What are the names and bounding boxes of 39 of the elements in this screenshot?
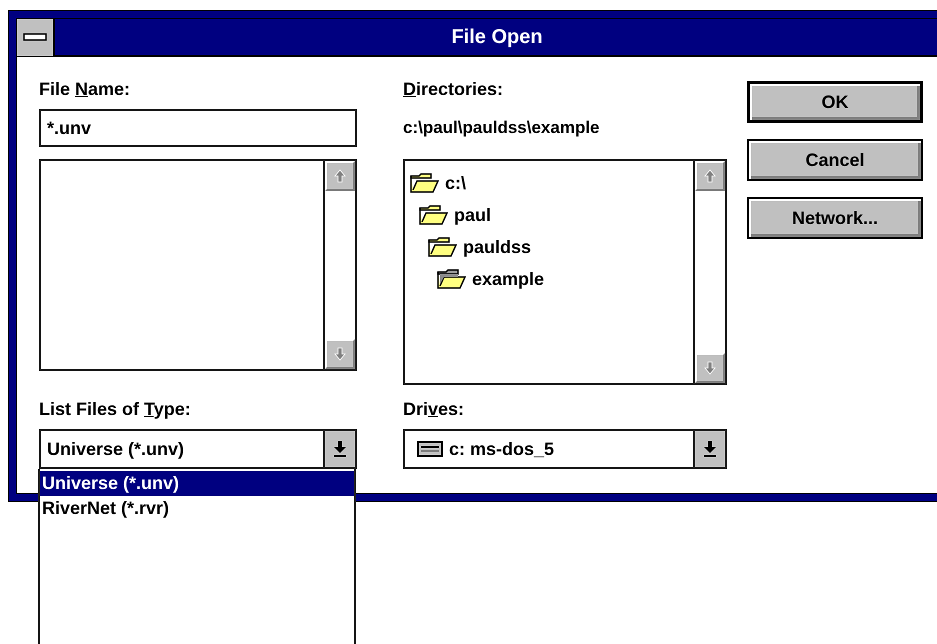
dialog-button[interactable]: OK <box>747 81 923 123</box>
system-menu-button[interactable] <box>17 18 55 56</box>
drives-label: Drives: <box>403 399 466 421</box>
folder-icon <box>436 268 466 290</box>
drives-dropdown[interactable]: c: ms-dos_5 <box>403 429 727 469</box>
directories-label: Directories: <box>403 79 504 101</box>
dropdown-button[interactable] <box>323 431 355 467</box>
directory-item[interactable]: paul <box>409 199 689 231</box>
up-arrow-icon <box>703 169 717 183</box>
drive-icon <box>417 441 443 457</box>
file-type-label: List Files of Type: <box>39 399 192 421</box>
down-arrow-icon <box>333 347 347 361</box>
scroll-down-button[interactable] <box>325 339 355 369</box>
folder-icon <box>409 172 439 194</box>
scroll-down-button[interactable] <box>695 353 725 383</box>
dropdown-arrow-icon <box>333 440 347 458</box>
dropdown-arrow-icon <box>703 440 717 458</box>
minus-icon <box>23 33 47 41</box>
dialog-button[interactable]: Cancel <box>747 139 923 181</box>
window-title: File Open <box>450 26 544 48</box>
file-type-dropdown[interactable]: Universe (*.unv) <box>39 429 357 469</box>
dropdown-button[interactable] <box>693 431 725 467</box>
down-arrow-icon <box>703 361 717 375</box>
scroll-up-button[interactable] <box>695 161 725 191</box>
file-list[interactable] <box>39 159 357 371</box>
file-type-option[interactable]: Universe (*.unv) <box>40 471 354 496</box>
scroll-up-button[interactable] <box>325 161 355 191</box>
file-name-label: File Name: <box>39 79 132 101</box>
directory-item[interactable]: example <box>409 263 689 295</box>
file-name-field[interactable]: *.unv <box>39 109 357 147</box>
folder-icon <box>418 204 448 226</box>
directory-item[interactable]: c:\ <box>409 167 689 199</box>
folder-icon <box>427 236 457 258</box>
file-type-option[interactable]: RiverNet (*.rvr) <box>40 496 354 521</box>
directory-path: c:\paul\pauldss\example <box>403 117 601 139</box>
up-arrow-icon <box>333 169 347 183</box>
directory-list[interactable]: c:\ paul pauldss example <box>403 159 727 385</box>
directory-item[interactable]: pauldss <box>409 231 689 263</box>
dialog-button[interactable]: Network... <box>747 197 923 239</box>
